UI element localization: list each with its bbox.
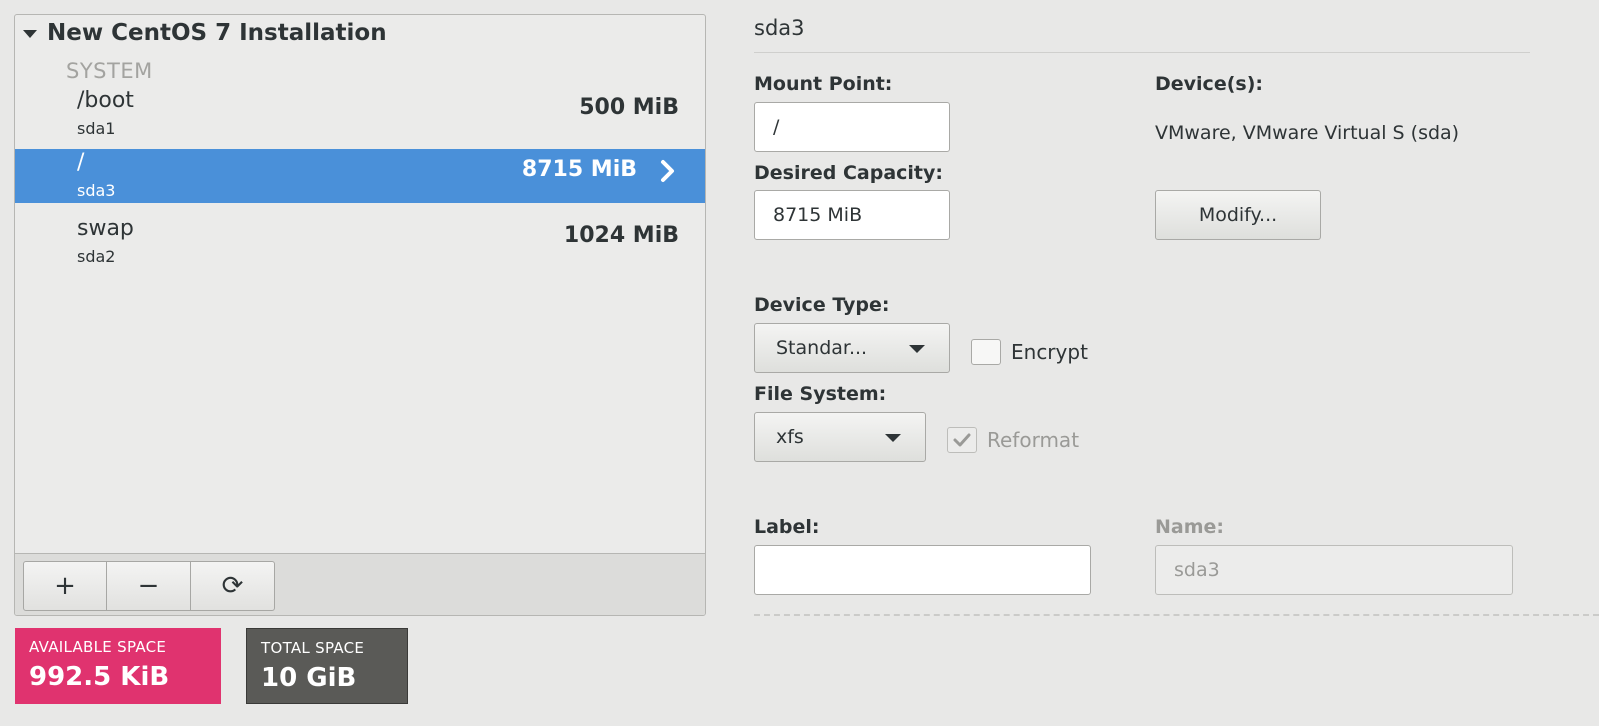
file-system-value: xfs	[776, 426, 804, 448]
section-label-system: SYSTEM	[66, 59, 153, 83]
total-space-box: TOTAL SPACE 10 GiB	[246, 628, 408, 704]
encrypt-checkbox[interactable]: Encrypt	[971, 339, 1088, 365]
device-type-dropdown[interactable]: Standar...	[754, 323, 950, 373]
reformat-checkbox[interactable]: Reformat	[947, 427, 1079, 453]
devices-label: Device(s):	[1155, 73, 1263, 95]
reformat-label: Reformat	[987, 428, 1080, 452]
installation-title: New CentOS 7 Installation	[47, 20, 387, 46]
checkbox-icon	[971, 339, 1001, 365]
mount-device: sda1	[77, 119, 116, 138]
chevron-right-icon	[661, 160, 674, 182]
modify-button-label: Modify...	[1198, 204, 1278, 226]
mount-point-label: Mount Point:	[754, 73, 893, 95]
dropdown-arrow-icon	[909, 345, 925, 353]
minus-icon: −	[137, 571, 160, 601]
modify-button[interactable]: Modify...	[1155, 190, 1321, 240]
device-type-value: Standar...	[776, 337, 868, 359]
dropdown-arrow-icon	[885, 434, 901, 442]
remove-mount-button[interactable]: −	[107, 561, 191, 611]
expander-arrow-icon[interactable]	[23, 30, 37, 38]
plus-icon: +	[54, 571, 76, 601]
mount-row-swap[interactable]: swap sda2 1024 MiB	[15, 215, 705, 269]
file-system-label: File System:	[754, 383, 887, 405]
desired-capacity-input[interactable]: 8715 MiB	[754, 190, 950, 240]
mount-size: 500 MiB	[579, 95, 679, 120]
refresh-icon: ⟳	[221, 571, 244, 601]
name-input[interactable]: sda3	[1155, 545, 1513, 595]
desired-capacity-label: Desired Capacity:	[754, 162, 943, 184]
checkmark-icon	[947, 427, 977, 453]
mount-point-input[interactable]: /	[754, 102, 950, 152]
add-mount-button[interactable]: +	[23, 561, 107, 611]
total-space-label: TOTAL SPACE	[261, 639, 365, 657]
mount-row-root[interactable]: / sda3 8715 MiB	[15, 149, 705, 203]
mount-name: /	[77, 150, 85, 175]
mount-device: sda2	[77, 247, 116, 266]
refresh-button[interactable]: ⟳	[191, 561, 275, 611]
mount-size: 1024 MiB	[563, 223, 679, 248]
name-field-label: Name:	[1155, 516, 1225, 538]
mount-size: 8715 MiB	[521, 157, 637, 182]
heading-divider	[754, 52, 1530, 53]
available-space-label: AVAILABLE SPACE	[29, 638, 167, 656]
partition-tree-panel: New CentOS 7 Installation SYSTEM /boot s…	[14, 14, 706, 616]
available-space-box: AVAILABLE SPACE 992.5 KiB	[15, 628, 221, 704]
encrypt-label: Encrypt	[1011, 340, 1088, 364]
device-type-label: Device Type:	[754, 294, 890, 316]
mount-name: swap	[77, 216, 134, 241]
mount-row-boot[interactable]: /boot sda1 500 MiB	[15, 87, 705, 141]
devices-value: VMware, VMware Virtual S (sda)	[1155, 122, 1460, 144]
section-divider	[754, 614, 1599, 616]
total-space-value: 10 GiB	[261, 663, 357, 693]
detail-heading: sda3	[754, 16, 805, 40]
partition-toolbar: + − ⟳	[15, 553, 705, 615]
installation-header[interactable]: New CentOS 7 Installation	[23, 17, 387, 49]
label-field-label: Label:	[754, 516, 820, 538]
file-system-dropdown[interactable]: xfs	[754, 412, 926, 462]
mount-name: /boot	[77, 88, 134, 113]
label-input[interactable]	[754, 545, 1091, 595]
available-space-value: 992.5 KiB	[29, 662, 170, 692]
mount-device: sda3	[77, 181, 116, 200]
